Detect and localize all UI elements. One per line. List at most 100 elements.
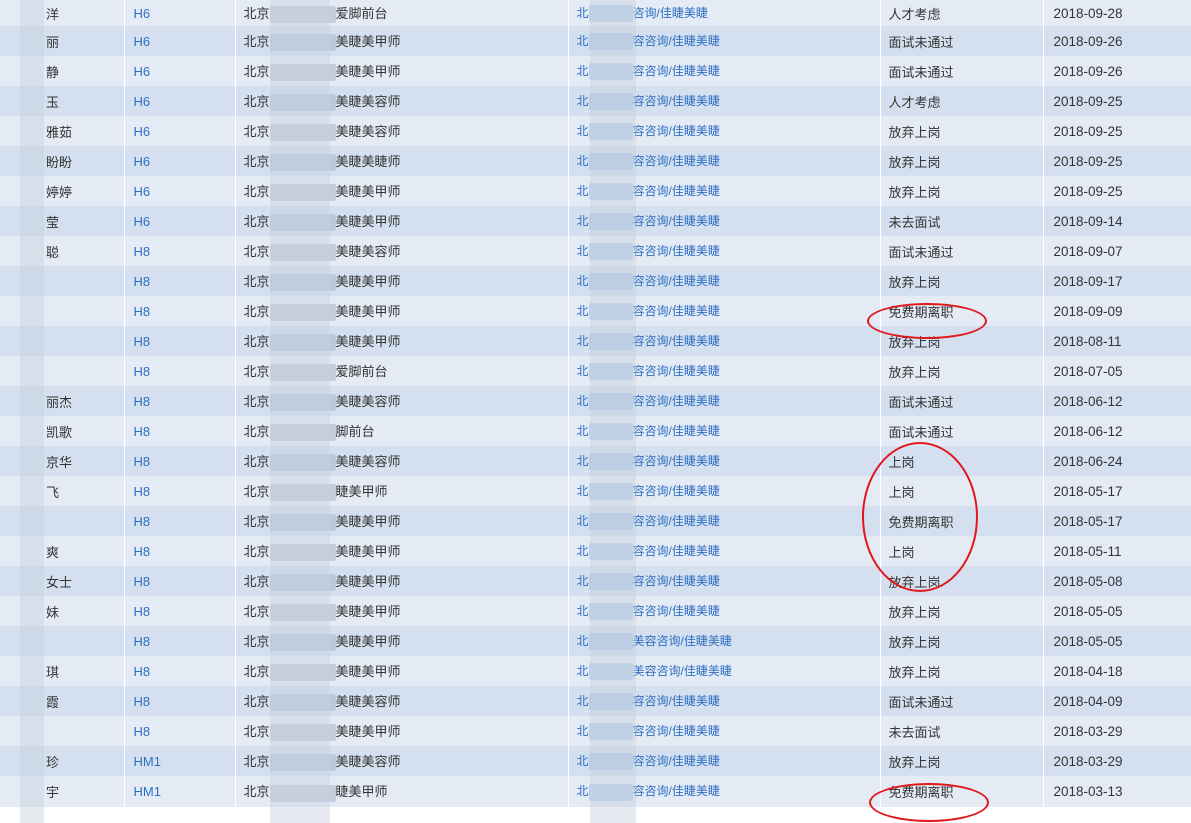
company-link-suffix[interactable]: 美容咨询/佳睫美睫 <box>633 634 732 648</box>
level-cell[interactable]: H8 <box>124 566 236 596</box>
level-link[interactable]: H8 <box>134 724 151 739</box>
company-link-prefix[interactable]: 北 <box>577 604 589 618</box>
company-link-prefix[interactable]: 北 <box>577 634 589 648</box>
level-link[interactable]: H8 <box>134 364 151 379</box>
level-cell[interactable]: H8 <box>124 716 236 746</box>
level-cell[interactable]: H8 <box>124 506 236 536</box>
level-cell[interactable]: H8 <box>124 536 236 566</box>
level-cell[interactable]: H6 <box>124 56 236 86</box>
company-link-prefix[interactable]: 北 <box>577 184 589 198</box>
company-link-prefix[interactable]: 北 <box>577 304 589 318</box>
company-link-suffix[interactable]: 容咨询/佳睫美睫 <box>633 34 720 48</box>
level-cell[interactable]: H8 <box>124 356 236 386</box>
company-link-suffix[interactable]: 容咨询/佳睫美睫 <box>633 334 720 348</box>
level-link[interactable]: H8 <box>134 304 151 319</box>
level-cell[interactable]: H8 <box>124 416 236 446</box>
company-link-suffix[interactable]: 容咨询/佳睫美睫 <box>633 604 720 618</box>
level-link[interactable]: H8 <box>134 454 151 469</box>
company-link-prefix[interactable]: 北 <box>577 244 589 258</box>
level-link[interactable]: H6 <box>134 184 151 199</box>
level-cell[interactable]: H8 <box>124 236 236 266</box>
company-link-suffix[interactable]: 容咨询/佳睫美睫 <box>633 184 720 198</box>
company-link-prefix[interactable]: 北 <box>577 94 589 108</box>
level-cell[interactable]: H6 <box>124 146 236 176</box>
company-link-prefix[interactable]: 北 <box>577 64 589 78</box>
level-cell[interactable]: H8 <box>124 386 236 416</box>
level-cell[interactable]: H8 <box>124 626 236 656</box>
company-link-prefix[interactable]: 北 <box>577 154 589 168</box>
company-link-suffix[interactable]: 容咨询/佳睫美睫 <box>633 94 720 108</box>
level-cell[interactable]: H8 <box>124 656 236 686</box>
company-link-suffix[interactable]: 美容咨询/佳睫美睫 <box>633 664 732 678</box>
company-link-suffix[interactable]: 容咨询/佳睫美睫 <box>633 544 720 558</box>
company-link-prefix[interactable]: 北 <box>577 454 589 468</box>
company-link-prefix[interactable]: 北 <box>577 784 589 798</box>
company-link-suffix[interactable]: 容咨询/佳睫美睫 <box>633 424 720 438</box>
level-link[interactable]: H8 <box>134 394 151 409</box>
level-link[interactable]: H8 <box>134 424 151 439</box>
level-link[interactable]: H8 <box>134 244 151 259</box>
level-cell[interactable]: HM1 <box>124 746 236 776</box>
level-cell[interactable]: H6 <box>124 116 236 146</box>
level-cell[interactable]: H8 <box>124 266 236 296</box>
company-link-prefix[interactable]: 北 <box>577 514 589 528</box>
level-link[interactable]: H6 <box>134 214 151 229</box>
level-cell[interactable]: H6 <box>124 206 236 236</box>
company-link-suffix[interactable]: 容咨询/佳睫美睫 <box>633 244 720 258</box>
level-cell[interactable]: H6 <box>124 26 236 56</box>
company-link-prefix[interactable]: 北 <box>577 544 589 558</box>
level-link[interactable]: HM1 <box>134 784 161 799</box>
company-link-prefix[interactable]: 北 <box>577 6 589 20</box>
company-link-suffix[interactable]: 容咨询/佳睫美睫 <box>633 694 720 708</box>
level-link[interactable]: H8 <box>134 274 151 289</box>
level-link[interactable]: H6 <box>134 94 151 109</box>
level-link[interactable]: H8 <box>134 634 151 649</box>
level-cell[interactable]: H8 <box>124 686 236 716</box>
company-link-suffix[interactable]: 容咨询/佳睫美睫 <box>633 574 720 588</box>
level-link[interactable]: H8 <box>134 514 151 529</box>
level-link[interactable]: H8 <box>134 484 151 499</box>
level-link[interactable]: H8 <box>134 334 151 349</box>
level-link[interactable]: H8 <box>134 604 151 619</box>
company-link-prefix[interactable]: 北 <box>577 364 589 378</box>
company-link-suffix[interactable]: 容咨询/佳睫美睫 <box>633 784 720 798</box>
company-link-suffix[interactable]: 容咨询/佳睫美睫 <box>633 154 720 168</box>
company-link-suffix[interactable]: 容咨询/佳睫美睫 <box>633 214 720 228</box>
level-cell[interactable]: H6 <box>124 86 236 116</box>
company-link-prefix[interactable]: 北 <box>577 334 589 348</box>
level-link[interactable]: H8 <box>134 664 151 679</box>
level-cell[interactable]: H8 <box>124 326 236 356</box>
company-link-prefix[interactable]: 北 <box>577 34 589 48</box>
company-link-prefix[interactable]: 北 <box>577 124 589 138</box>
level-cell[interactable]: H8 <box>124 446 236 476</box>
level-cell[interactable]: HM1 <box>124 776 236 807</box>
level-link[interactable]: H8 <box>134 544 151 559</box>
level-cell[interactable]: H6 <box>124 0 236 26</box>
company-link-prefix[interactable]: 北 <box>577 424 589 438</box>
level-link[interactable]: H6 <box>134 6 151 21</box>
level-link[interactable]: H6 <box>134 154 151 169</box>
company-link-suffix[interactable]: 容咨询/佳睫美睫 <box>633 274 720 288</box>
company-link-prefix[interactable]: 北 <box>577 274 589 288</box>
level-link[interactable]: H6 <box>134 34 151 49</box>
company-link-prefix[interactable]: 北 <box>577 664 589 678</box>
company-link-suffix[interactable]: 容咨询/佳睫美睫 <box>633 304 720 318</box>
company-link-prefix[interactable]: 北 <box>577 694 589 708</box>
company-link-prefix[interactable]: 北 <box>577 574 589 588</box>
level-cell[interactable]: H8 <box>124 476 236 506</box>
company-link-prefix[interactable]: 北 <box>577 484 589 498</box>
company-link-suffix[interactable]: 容咨询/佳睫美睫 <box>633 364 720 378</box>
level-link[interactable]: H6 <box>134 124 151 139</box>
level-link[interactable]: HM1 <box>134 754 161 769</box>
company-link-suffix[interactable]: 容咨询/佳睫美睫 <box>633 754 720 768</box>
company-link-suffix[interactable]: 容咨询/佳睫美睫 <box>633 124 720 138</box>
company-link-suffix[interactable]: 容咨询/佳睫美睫 <box>633 454 720 468</box>
company-link-prefix[interactable]: 北 <box>577 754 589 768</box>
company-link-prefix[interactable]: 北 <box>577 394 589 408</box>
level-link[interactable]: H8 <box>134 574 151 589</box>
company-link-suffix[interactable]: 容咨询/佳睫美睫 <box>633 64 720 78</box>
company-link-suffix[interactable]: 容咨询/佳睫美睫 <box>633 394 720 408</box>
company-link-prefix[interactable]: 北 <box>577 724 589 738</box>
company-link-suffix[interactable]: 容咨询/佳睫美睫 <box>633 724 720 738</box>
company-link-prefix[interactable]: 北 <box>577 214 589 228</box>
